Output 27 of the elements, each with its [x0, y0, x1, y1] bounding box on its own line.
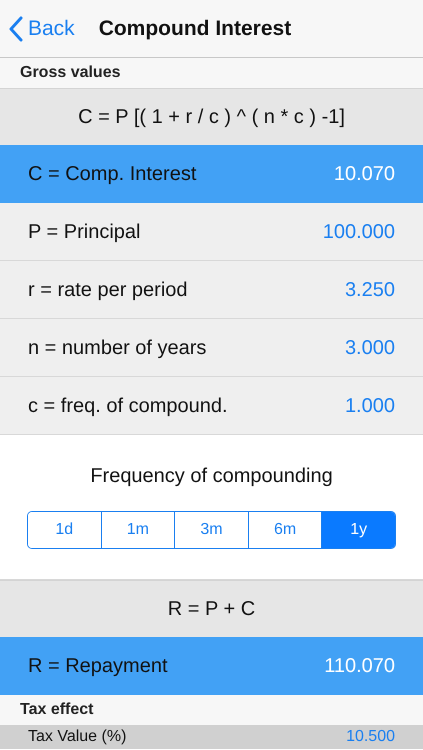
back-button[interactable]: Back: [8, 12, 75, 44]
result-label: R = Repayment: [28, 654, 168, 679]
input-value[interactable]: 3.250: [344, 274, 395, 304]
segment-option[interactable]: 1y: [321, 512, 395, 548]
chevron-left-icon: [8, 16, 24, 42]
input-value[interactable]: 3.000: [344, 332, 395, 362]
result-value: 110.070: [324, 654, 395, 679]
segment-title: Frequency of compounding: [90, 464, 333, 489]
input-label: r = rate per period: [28, 278, 188, 302]
result-value: 10.070: [334, 162, 395, 187]
input-label: c = freq. of compound.: [28, 394, 228, 418]
result-label: C = Comp. Interest: [28, 162, 196, 187]
input-row[interactable]: P = Principal 100.000: [0, 203, 423, 261]
input-label: P = Principal: [28, 220, 140, 244]
section-header: Gross values: [20, 63, 120, 83]
input-label: Tax Value (%): [28, 728, 126, 746]
input-value[interactable]: 100.000: [322, 216, 395, 246]
input-value[interactable]: 10.500: [346, 728, 395, 746]
formula-text: C = P [( 1 + r / c ) ^ ( n * c ) -1]: [78, 105, 345, 130]
input-value[interactable]: 1.000: [344, 390, 395, 420]
nav-title: Compound Interest: [98, 16, 292, 42]
formula-text: R = P + C: [168, 597, 256, 622]
input-label: n = number of years: [28, 336, 206, 360]
section-header: Tax effect: [20, 700, 94, 720]
input-row[interactable]: c = freq. of compound. 1.000: [0, 377, 423, 435]
input-row[interactable]: n = number of years 3.000: [0, 319, 423, 377]
input-row[interactable]: r = rate per period 3.250: [0, 261, 423, 319]
